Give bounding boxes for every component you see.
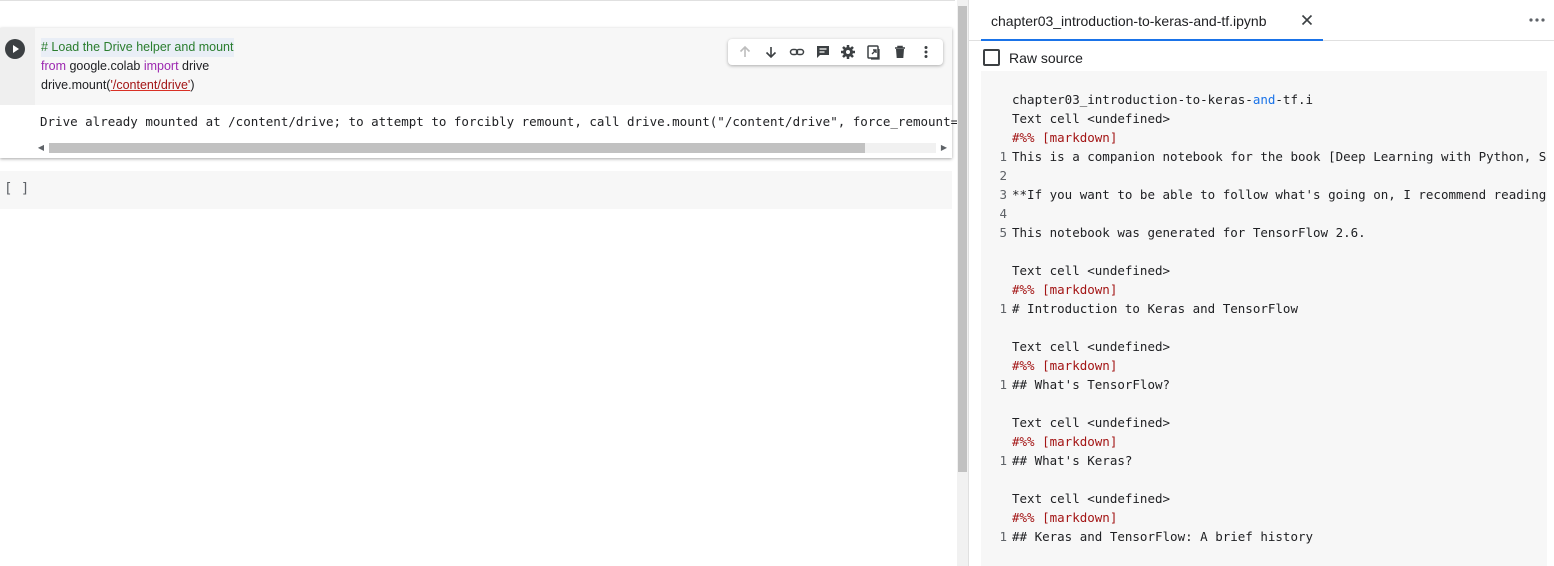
source-line: 1 ## Keras and TensorFlow: A brief histor… [981, 527, 1547, 546]
scroll-thumb[interactable] [958, 6, 967, 472]
source-line: 2 [981, 166, 1547, 185]
raw-source-label: Raw source [1009, 50, 1083, 66]
source-line: 1 # Introduction to Keras and TensorFlow [981, 299, 1547, 318]
notebook-vertical-scrollbar[interactable] [957, 0, 968, 566]
source-text: Text cell <undefined> [1012, 263, 1171, 278]
source-text: #%% [markdown] [1012, 434, 1118, 449]
settings-icon[interactable] [838, 42, 858, 62]
source-text: ## Keras and TensorFlow: A brief history [1012, 529, 1314, 544]
line-number: 1 [999, 301, 1007, 316]
empty-code-cell[interactable]: [ ] [0, 171, 952, 209]
more-vert-icon[interactable] [916, 42, 936, 62]
source-line: Text cell <undefined> [981, 261, 1547, 280]
source-line: 4 [981, 204, 1547, 223]
source-text: #%% [markdown] [1012, 282, 1118, 297]
cell-gutter [0, 28, 35, 105]
more-horiz-icon[interactable] [1527, 11, 1547, 29]
cell-execution-count: [ ] [4, 181, 30, 197]
source-line: #%% [markdown] [981, 280, 1547, 299]
link-icon[interactable] [787, 42, 807, 62]
comment-icon[interactable] [813, 42, 833, 62]
source-text: ## What's Keras? [1012, 453, 1133, 468]
source-text: **If you want to be able to follow what'… [1012, 187, 1547, 202]
move-down-icon[interactable] [761, 42, 781, 62]
line-number: 4 [999, 206, 1007, 221]
code-line: from google.colab import drive [41, 59, 210, 73]
raw-source-viewer[interactable]: chapter03_introduction-to-keras-and-tf.i… [981, 71, 1547, 566]
close-icon[interactable] [1300, 13, 1314, 27]
source-line: Text cell <undefined> [981, 109, 1547, 128]
line-number: 2 [999, 168, 1007, 183]
line-number: 1 [999, 377, 1007, 392]
source-text: #%% [markdown] [1012, 510, 1118, 525]
output-text: Drive already mounted at /content/drive;… [40, 114, 1004, 129]
source-line: #%% [markdown] [981, 356, 1547, 375]
delete-icon[interactable] [890, 42, 910, 62]
source-text: Text cell <undefined> [1012, 491, 1171, 506]
line-number: 1 [999, 529, 1007, 544]
source-line: Text cell <undefined> [981, 489, 1547, 508]
tab-title: chapter03_introduction-to-keras-and-tf.i… [991, 13, 1267, 29]
source-text: This notebook was generated for TensorFl… [1012, 225, 1366, 240]
scroll-thumb[interactable] [49, 143, 865, 153]
scroll-track[interactable] [49, 143, 936, 153]
source-text: Text cell <undefined> [1012, 415, 1171, 430]
source-line: 1 This is a companion notebook for the bo… [981, 147, 1547, 166]
output-horizontal-scrollbar[interactable]: ◀ ▶ [35, 140, 950, 156]
source-text: #%% [markdown] [1012, 130, 1118, 145]
source-line: 1 ## What's Keras? [981, 451, 1547, 470]
code-cell[interactable]: # Load the Drive helper and mount from g… [0, 28, 1003, 158]
scroll-right-icon[interactable]: ▶ [938, 143, 950, 153]
notebook-pane: # Load the Drive helper and mount from g… [0, 0, 1003, 566]
source-line: #%% [markdown] [981, 508, 1547, 527]
tab-notebook-file[interactable]: chapter03_introduction-to-keras-and-tf.i… [981, 0, 1323, 41]
source-text: Text cell <undefined> [1012, 111, 1171, 126]
source-line: 1 ## What's TensorFlow? [981, 375, 1547, 394]
run-cell-button[interactable] [5, 39, 25, 59]
source-line: #%% [markdown] [981, 432, 1547, 451]
line-number: 1 [999, 149, 1007, 164]
source-line: Text cell <undefined> [981, 337, 1547, 356]
source-line: Text cell <undefined> [981, 413, 1547, 432]
tab-bar: chapter03_introduction-to-keras-and-tf.i… [969, 0, 1554, 41]
source-text: This is a companion notebook for the boo… [1012, 149, 1547, 164]
line-number: 3 [999, 187, 1007, 202]
source-text: Text cell <undefined> [1012, 339, 1171, 354]
source-line: 3 **If you want to be able to follow what… [981, 185, 1547, 204]
cell-toolbar [728, 39, 943, 65]
line-number: 5 [999, 225, 1007, 240]
scroll-left-icon[interactable]: ◀ [35, 143, 47, 153]
source-line: 5 This notebook was generated for TensorF… [981, 223, 1547, 242]
code-line: drive.mount('/content/drive') [41, 78, 195, 92]
source-line: #%% [markdown] [981, 128, 1547, 147]
source-text: #%% [markdown] [1012, 358, 1118, 373]
line-number: 1 [999, 453, 1007, 468]
source-text: # Introduction to Keras and TensorFlow [1012, 301, 1298, 316]
raw-source-checkbox[interactable] [983, 49, 1000, 66]
source-title-line: chapter03_introduction-to-keras-and-tf.i [1012, 92, 1314, 107]
side-panel: chapter03_introduction-to-keras-and-tf.i… [968, 0, 1554, 566]
source-text: ## What's TensorFlow? [1012, 377, 1171, 392]
mirror-cell-icon[interactable] [864, 42, 884, 62]
move-up-icon[interactable] [735, 42, 755, 62]
code-line: # Load the Drive helper and mount [41, 38, 234, 57]
